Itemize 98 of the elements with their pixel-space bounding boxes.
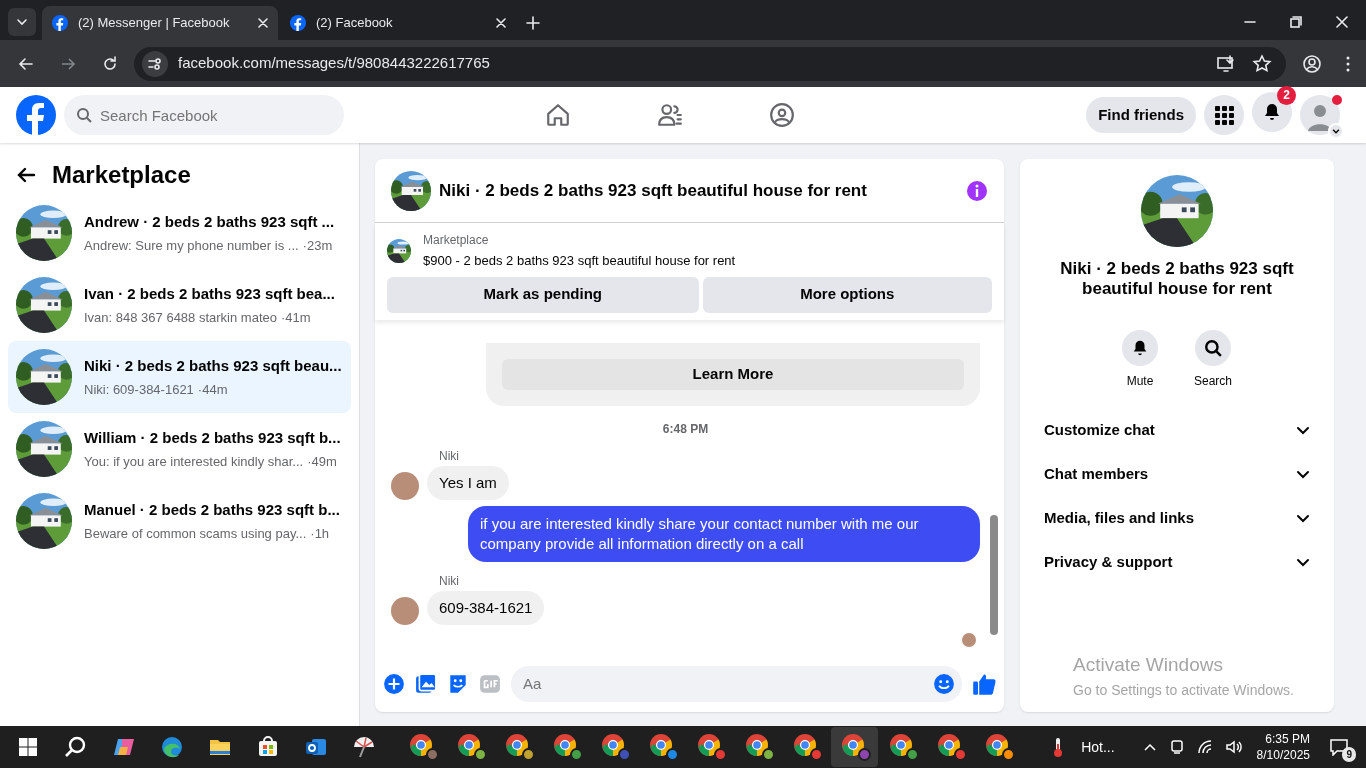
groups-icon[interactable] <box>769 102 796 128</box>
favicon-icon <box>52 15 68 31</box>
address-bar-url[interactable]: facebook.com/messages/t/9808443222617765 <box>178 52 490 75</box>
conversation-title: Manuel · 2 beds 2 baths 923 sqft b... <box>84 499 340 520</box>
conversation-title: William · 2 beds 2 baths 923 sqft b... <box>84 427 341 448</box>
details-section[interactable]: Media, files and links <box>1028 495 1326 540</box>
action-label: Search <box>1194 372 1232 390</box>
caret-icon <box>16 16 28 28</box>
details-section[interactable]: Customize chat <box>1028 407 1326 452</box>
sender-name: Niki <box>439 574 459 588</box>
message-preview: Niki: 609-384-1621 <box>84 381 194 399</box>
logo-icon[interactable] <box>16 95 56 135</box>
message-preview: Ivan: 848 367 6488 starkin mateo <box>84 309 277 327</box>
message-bubble: Yes I am <box>427 466 509 500</box>
chat-title: Niki · 2 beds 2 baths 923 sqft beautiful house for rent <box>439 179 868 202</box>
wifi-icon[interactable] <box>1196 739 1213 755</box>
conversation-item[interactable]: William · 2 beds 2 baths 923 sqft b... You: if you are interested kindly shar... ·49m <box>8 413 351 485</box>
restore-icon[interactable] <box>1290 16 1302 28</box>
message-time: ·49m <box>307 453 337 471</box>
chevron-icon <box>1332 127 1340 135</box>
avatar <box>391 597 419 625</box>
friends-icon[interactable] <box>657 102 684 128</box>
listing-action-button[interactable]: More options <box>702 276 992 313</box>
device-icon[interactable] <box>1168 739 1185 755</box>
conversation-item[interactable]: Ivan · 2 beds 2 baths 923 sqft bea... Ivan: 848 367 6488 starkin mateo ·41m <box>8 269 351 341</box>
photo-icon[interactable] <box>415 672 437 695</box>
add-icon[interactable] <box>383 672 405 695</box>
listing-text: $900 - 2 beds 2 baths 923 sqft beautiful house for rent <box>423 252 736 270</box>
message-bubble: if you are interested kindly share your contact number with me our company provide all information directly on a call <box>468 506 980 562</box>
notifications-button[interactable] <box>1252 92 1292 132</box>
details-title: Niki · 2 beds 2 baths 923 sqft beautiful house for rent <box>1059 259 1295 300</box>
listing-action-button[interactable]: Mark as pending <box>387 276 699 313</box>
listing-label: Marketplace <box>423 232 490 249</box>
tune-icon <box>148 56 162 71</box>
site-info-button[interactable] <box>142 50 168 77</box>
install-icon[interactable] <box>1216 53 1236 74</box>
volume-icon[interactable] <box>1224 739 1243 755</box>
find-friends-button[interactable]: Find friends <box>1086 97 1196 133</box>
status-dot <box>1332 95 1342 105</box>
back-arrow-icon[interactable] <box>16 165 36 185</box>
message-preview: You: if you are interested kindly shar... <box>84 453 304 471</box>
edge-icon <box>159 735 184 759</box>
fan-icon <box>351 735 376 759</box>
message-time: ·23m <box>302 237 333 255</box>
message-bubble: 609-384-1621 <box>427 591 545 625</box>
conversation-title: Ivan · 2 beds 2 baths 923 sqft bea... <box>84 283 335 304</box>
search-icon <box>1204 338 1222 357</box>
details-section[interactable]: Chat members <box>1028 451 1326 496</box>
notification-count: 9 <box>1342 747 1356 762</box>
weather-text: Hot... <box>1081 737 1115 757</box>
search-icon <box>63 735 88 759</box>
close-icon[interactable] <box>496 18 506 28</box>
message-preview: Beware of common scams using pay... <box>84 525 307 543</box>
message-time: ·1h <box>310 525 330 543</box>
grid-icon <box>1214 105 1234 125</box>
new-tab-icon[interactable] <box>526 16 540 30</box>
account-button[interactable] <box>1300 95 1340 135</box>
sidebar-title: Marketplace <box>52 160 191 190</box>
conversation-item[interactable]: Andrew · 2 beds 2 baths 923 sqft ... Andrew: Sure my phone number is ... ·23m <box>8 197 351 269</box>
message-time: ·41m <box>280 309 311 327</box>
home-icon[interactable] <box>545 102 572 128</box>
sender-name: Niki <box>439 449 459 463</box>
conversation-title: Niki · 2 beds 2 baths 923 sqft beau... <box>84 355 342 376</box>
avatar <box>962 633 976 647</box>
emoji-icon[interactable] <box>933 672 955 695</box>
avatar <box>391 472 419 500</box>
account-menu-button[interactable] <box>1328 123 1344 139</box>
timestamp: 6:48 PM <box>662 422 709 436</box>
conversation-item[interactable]: Niki · 2 beds 2 baths 923 sqft beau... Niki: 609-384-1621 ·44m <box>8 341 351 413</box>
conversation-item[interactable]: Manuel · 2 beds 2 baths 923 sqft b... Beware of common scams using pay... ·1h <box>8 485 351 557</box>
taskbar-button[interactable] <box>831 727 878 767</box>
clock-date[interactable]: 8/10/2025 <box>1256 747 1310 764</box>
close-icon[interactable] <box>258 18 268 28</box>
bell-icon <box>1131 338 1149 357</box>
start-icon <box>17 737 38 757</box>
watermark-title: Activate Windows <box>1073 653 1224 677</box>
star-icon[interactable] <box>1252 53 1272 74</box>
mute-button[interactable] <box>1122 329 1158 366</box>
action-label: Mute <box>1126 372 1154 390</box>
search-field[interactable]: Search Facebook <box>64 95 344 135</box>
search-button[interactable] <box>1195 329 1231 366</box>
message-input[interactable]: Aa <box>511 665 962 702</box>
browser-tab[interactable]: (2) Facebook <box>280 6 516 40</box>
clock-time[interactable]: 6:35 PM <box>1256 730 1310 747</box>
close-icon[interactable] <box>1336 16 1348 28</box>
conversation-title: Andrew · 2 beds 2 baths 923 sqft ... <box>84 211 335 232</box>
sticker-icon[interactable] <box>447 672 469 695</box>
learn-more-button[interactable]: Learn More <box>502 359 964 390</box>
message-time: ·44m <box>197 381 228 399</box>
apps-button[interactable] <box>1204 95 1244 135</box>
favicon-icon <box>290 15 306 31</box>
message-preview: Andrew: Sure my phone number is ... <box>84 237 299 255</box>
bell-icon <box>1262 102 1282 122</box>
details-section[interactable]: Privacy & support <box>1028 539 1326 584</box>
tab-list-button[interactable] <box>8 8 36 36</box>
info-icon[interactable] <box>966 179 988 202</box>
watermark-text: Go to Settings to activate Windows. <box>1073 680 1294 700</box>
browser-tab[interactable]: (2) Messenger | Facebook <box>42 6 278 40</box>
